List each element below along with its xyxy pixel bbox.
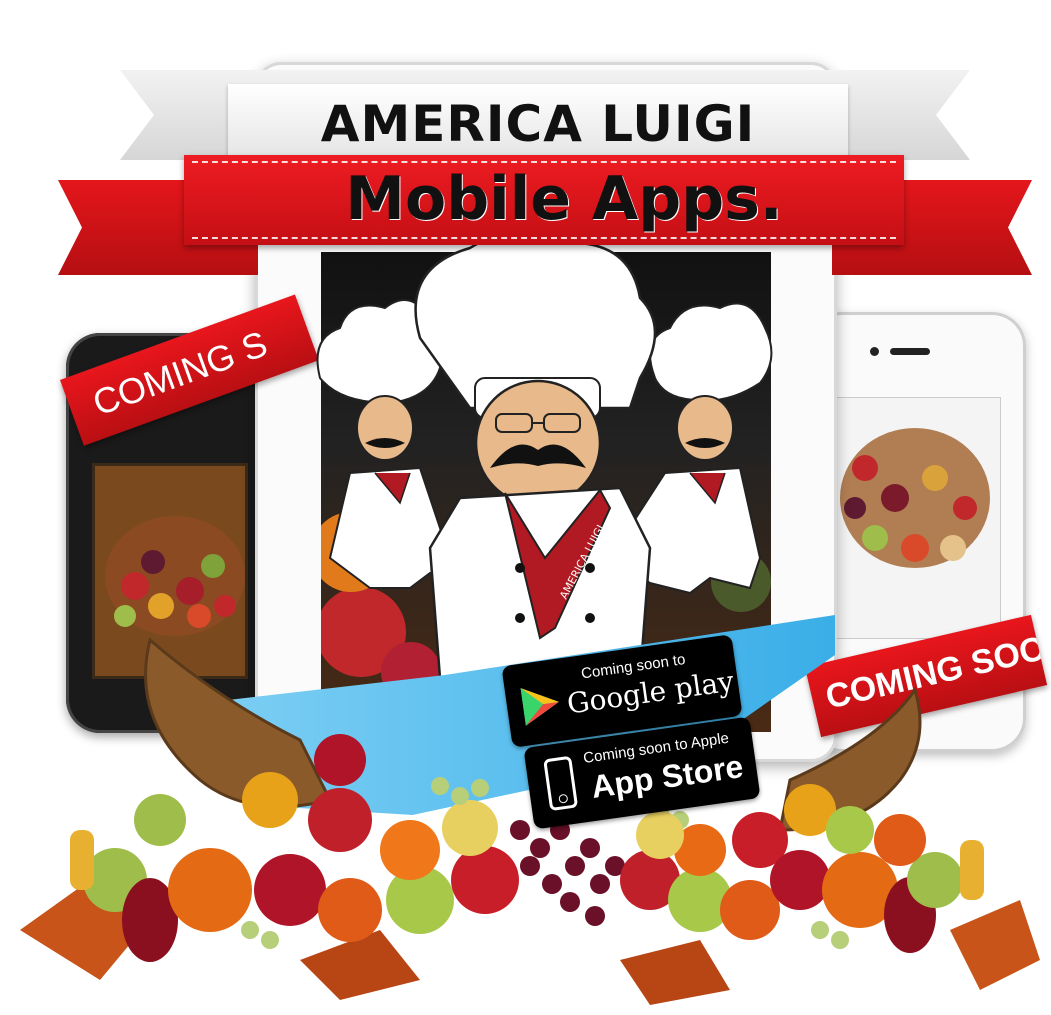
phone-icon: [543, 755, 579, 812]
google-play-icon: [520, 688, 559, 726]
cornucopia-fruit-decoration: [20, 637, 1040, 1005]
